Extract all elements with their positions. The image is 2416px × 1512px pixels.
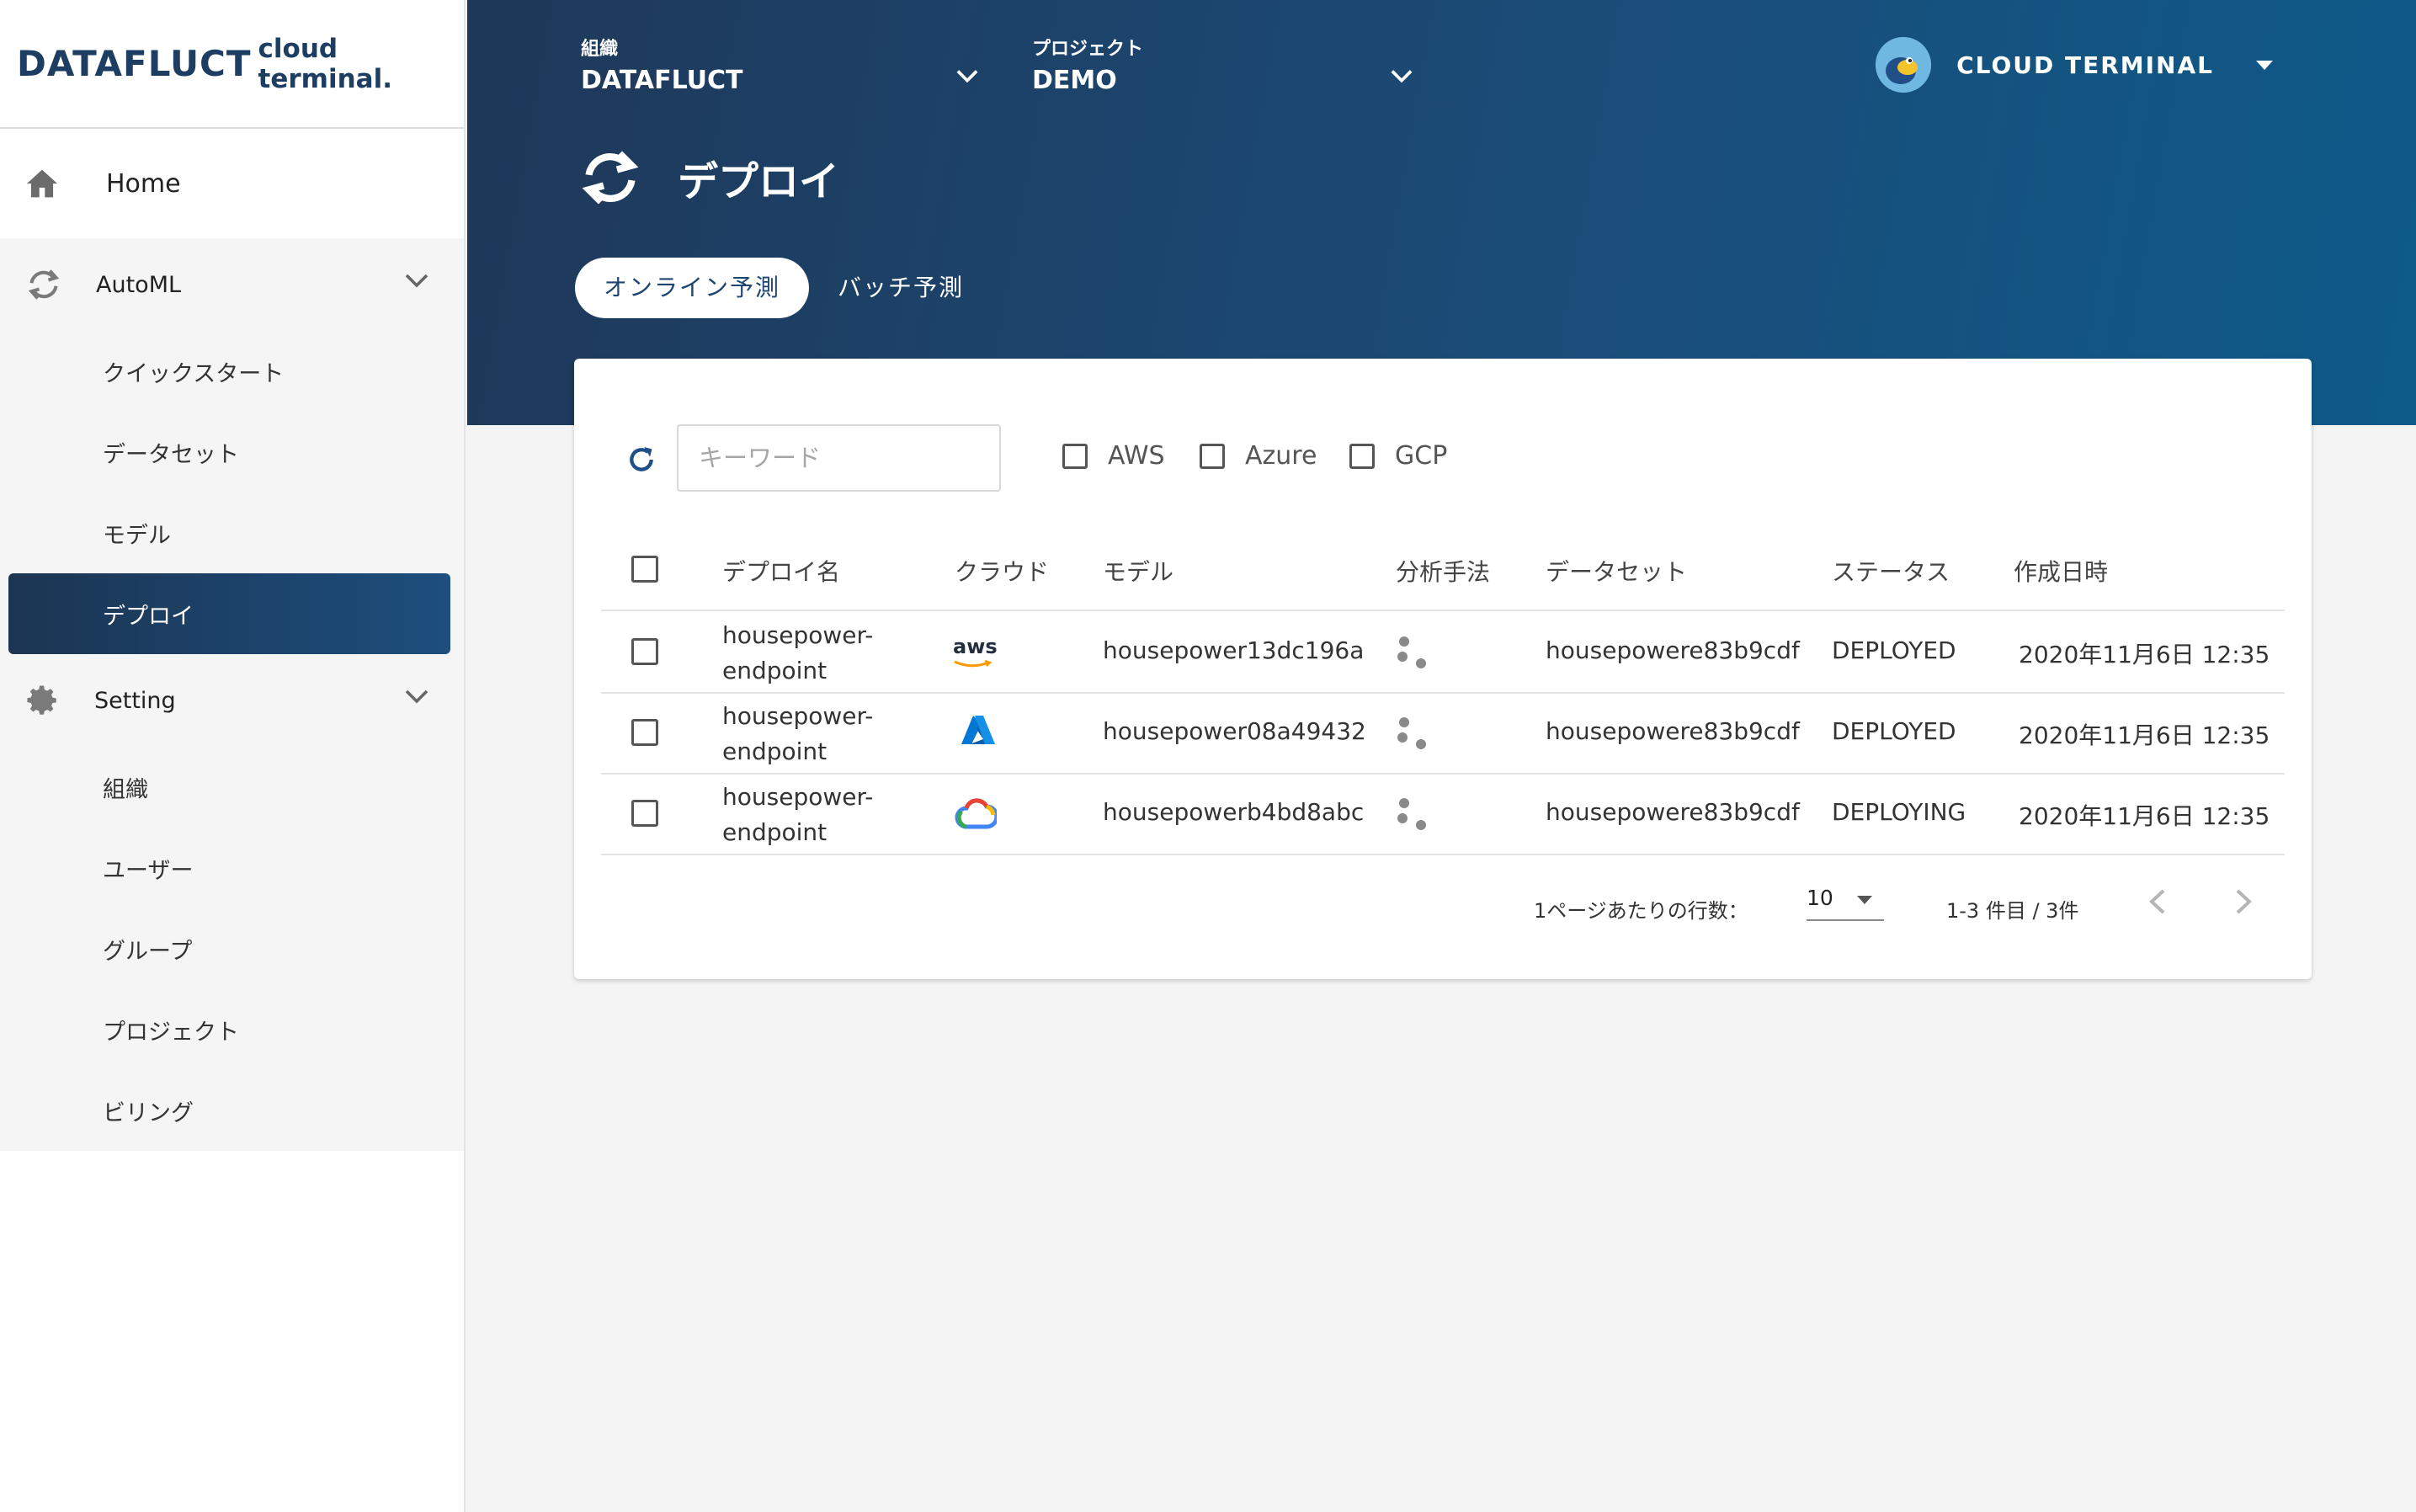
project-select[interactable]: プロジェクト DEMO — [1032, 34, 1428, 95]
caret-down-icon — [1857, 896, 1872, 904]
caret-down-icon — [2256, 60, 2273, 70]
column-header[interactable]: データセット — [1546, 554, 1687, 588]
table-row[interactable]: housepower- endpoint housepowerb4bd8abc … — [601, 775, 2285, 855]
page-title-text: デプロイ — [678, 158, 840, 205]
tab-bar: オンライン予測 バッチ予測 — [575, 258, 992, 318]
sidebar-item-label: Home — [106, 168, 181, 199]
row-checkbox[interactable] — [631, 800, 658, 827]
user-menu[interactable]: CLOUD TERMINAL — [1876, 37, 2273, 93]
chevron-down-icon[interactable] — [405, 689, 428, 705]
logo-wordmark: DATAFLUCT — [17, 43, 252, 84]
search-input[interactable] — [677, 424, 1001, 492]
table-row[interactable]: housepower- endpoint housepower08a49432 … — [601, 694, 2285, 775]
table-row[interactable]: housepower- endpoint aws housepower13dc1… — [601, 613, 2285, 694]
filter-label: AWS — [1108, 441, 1165, 471]
created-at: 2020年11月6日 12:35 — [2019, 641, 2270, 668]
column-header[interactable]: モデル — [1103, 554, 1173, 588]
sidebar-item-groups[interactable]: グループ — [0, 908, 464, 989]
clustering-icon — [1397, 717, 1426, 749]
sidebar-item-automl[interactable]: AutoML — [0, 238, 464, 331]
refresh-icon[interactable] — [625, 443, 658, 476]
filter-label: Azure — [1245, 441, 1317, 471]
dataset-name: housepowere83b9cdf — [1546, 798, 1800, 826]
column-header[interactable]: ステータス — [1832, 554, 1950, 588]
sidebar-item-users[interactable]: ユーザー — [0, 828, 464, 908]
clustering-icon — [1397, 636, 1426, 668]
chevron-down-icon — [956, 70, 978, 83]
rows-per-page-label: 1ページあたりの行数： — [1534, 899, 1748, 923]
organization-value: DATAFLUCT — [581, 66, 743, 95]
deploy-name[interactable]: housepower- endpoint — [722, 699, 873, 769]
model-name: housepower08a49432 — [1103, 717, 1366, 745]
sidebar-item-label: Setting — [94, 687, 176, 714]
sidebar-item-label: AutoML — [96, 271, 182, 298]
deploy-name[interactable]: housepower- endpoint — [722, 618, 873, 689]
gcp-icon — [955, 798, 997, 829]
chevron-right-icon[interactable] — [2231, 887, 2254, 916]
pagination-range: 1-3 件目 / 3件 — [1946, 899, 2079, 923]
aws-checkbox[interactable] — [1062, 443, 1088, 469]
azure-icon — [961, 716, 995, 744]
tab-batch-prediction[interactable]: バッチ予測 — [809, 258, 992, 318]
dataset-name: housepowere83b9cdf — [1546, 717, 1800, 745]
tab-online-prediction[interactable]: オンライン予測 — [575, 258, 810, 318]
project-caption: プロジェクト — [1032, 39, 1144, 60]
column-header[interactable]: 作成日時 — [2014, 554, 2108, 588]
status-badge: DEPLOYED — [1832, 636, 1956, 664]
created-at: 2020年11月6日 12:35 — [2019, 721, 2270, 749]
filter-azure[interactable]: Azure — [1200, 441, 1317, 471]
clustering-icon — [1397, 798, 1426, 830]
model-name: housepower13dc196a — [1103, 636, 1365, 664]
status-badge: DEPLOYING — [1832, 798, 1966, 826]
dataset-name: housepowere83b9cdf — [1546, 636, 1800, 664]
azure-checkbox[interactable] — [1200, 443, 1225, 469]
chevron-down-icon — [1391, 70, 1413, 83]
sidebar-item-dataset[interactable]: データセット — [0, 412, 464, 492]
sidebar-item-quickstart[interactable]: クイックスタート — [0, 331, 464, 412]
column-header[interactable]: 分析手法 — [1396, 554, 1490, 588]
logo[interactable]: DATAFLUCT cloud terminal. — [0, 0, 464, 129]
user-name: CLOUD TERMINAL — [1956, 51, 2214, 79]
organization-select[interactable]: 組織 DATAFLUCT — [581, 34, 978, 95]
status-badge: DEPLOYED — [1832, 717, 1956, 745]
filter-gcp[interactable]: GCP — [1349, 441, 1447, 471]
column-header[interactable]: クラウド — [955, 554, 1049, 588]
gcp-checkbox[interactable] — [1349, 443, 1375, 469]
model-name: housepowerb4bd8abc — [1103, 798, 1365, 826]
sidebar-item-setting[interactable]: Setting — [0, 654, 464, 747]
sidebar: DATAFLUCT cloud terminal. Home AutoML クイ… — [0, 0, 466, 1512]
row-checkbox[interactable] — [631, 719, 658, 746]
sidebar-item-deploy[interactable]: デプロイ — [8, 573, 450, 654]
chevron-down-icon[interactable] — [405, 274, 428, 289]
column-header[interactable]: デプロイ名 — [722, 554, 840, 588]
deploy-list-card: AWS Azure GCP デプロイ名 クラウド モデル 分析手法 データセット… — [574, 359, 2312, 979]
filter-aws[interactable]: AWS — [1062, 441, 1165, 471]
table-header: デプロイ名 クラウド モデル 分析手法 データセット ステータス 作成日時 — [601, 527, 2285, 611]
page-title: デプロイ — [577, 148, 839, 207]
chevron-left-icon[interactable] — [2147, 887, 2170, 916]
sync-icon — [582, 151, 639, 205]
avatar — [1876, 37, 1932, 93]
rows-per-page-select[interactable]: 10 — [1807, 876, 1884, 921]
deploy-name[interactable]: housepower- endpoint — [722, 780, 873, 850]
created-at: 2020年11月6日 12:35 — [2019, 802, 2270, 830]
project-value: DEMO — [1032, 66, 1117, 95]
select-all-checkbox[interactable] — [631, 556, 658, 583]
organization-caption: 組織 — [581, 39, 619, 60]
sidebar-group-automl: AutoML クイックスタート データセット モデル デプロイ Setting … — [0, 238, 464, 1151]
sidebar-item-home[interactable]: Home — [0, 129, 464, 238]
sidebar-item-billing[interactable]: ビリング — [0, 1070, 464, 1151]
home-icon — [27, 169, 57, 198]
sidebar-item-model[interactable]: モデル — [0, 492, 464, 573]
rows-per-page-value: 10 — [1807, 886, 1833, 910]
sidebar-item-projects[interactable]: プロジェクト — [0, 989, 464, 1070]
row-checkbox[interactable] — [631, 638, 658, 665]
aws-icon: aws — [953, 636, 998, 673]
sidebar-item-organization[interactable]: 組織 — [0, 747, 464, 828]
filter-label: GCP — [1395, 441, 1448, 471]
logo-subtitle: cloud terminal. — [258, 33, 392, 94]
sync-icon — [28, 269, 60, 300]
gear-icon — [27, 685, 56, 715]
